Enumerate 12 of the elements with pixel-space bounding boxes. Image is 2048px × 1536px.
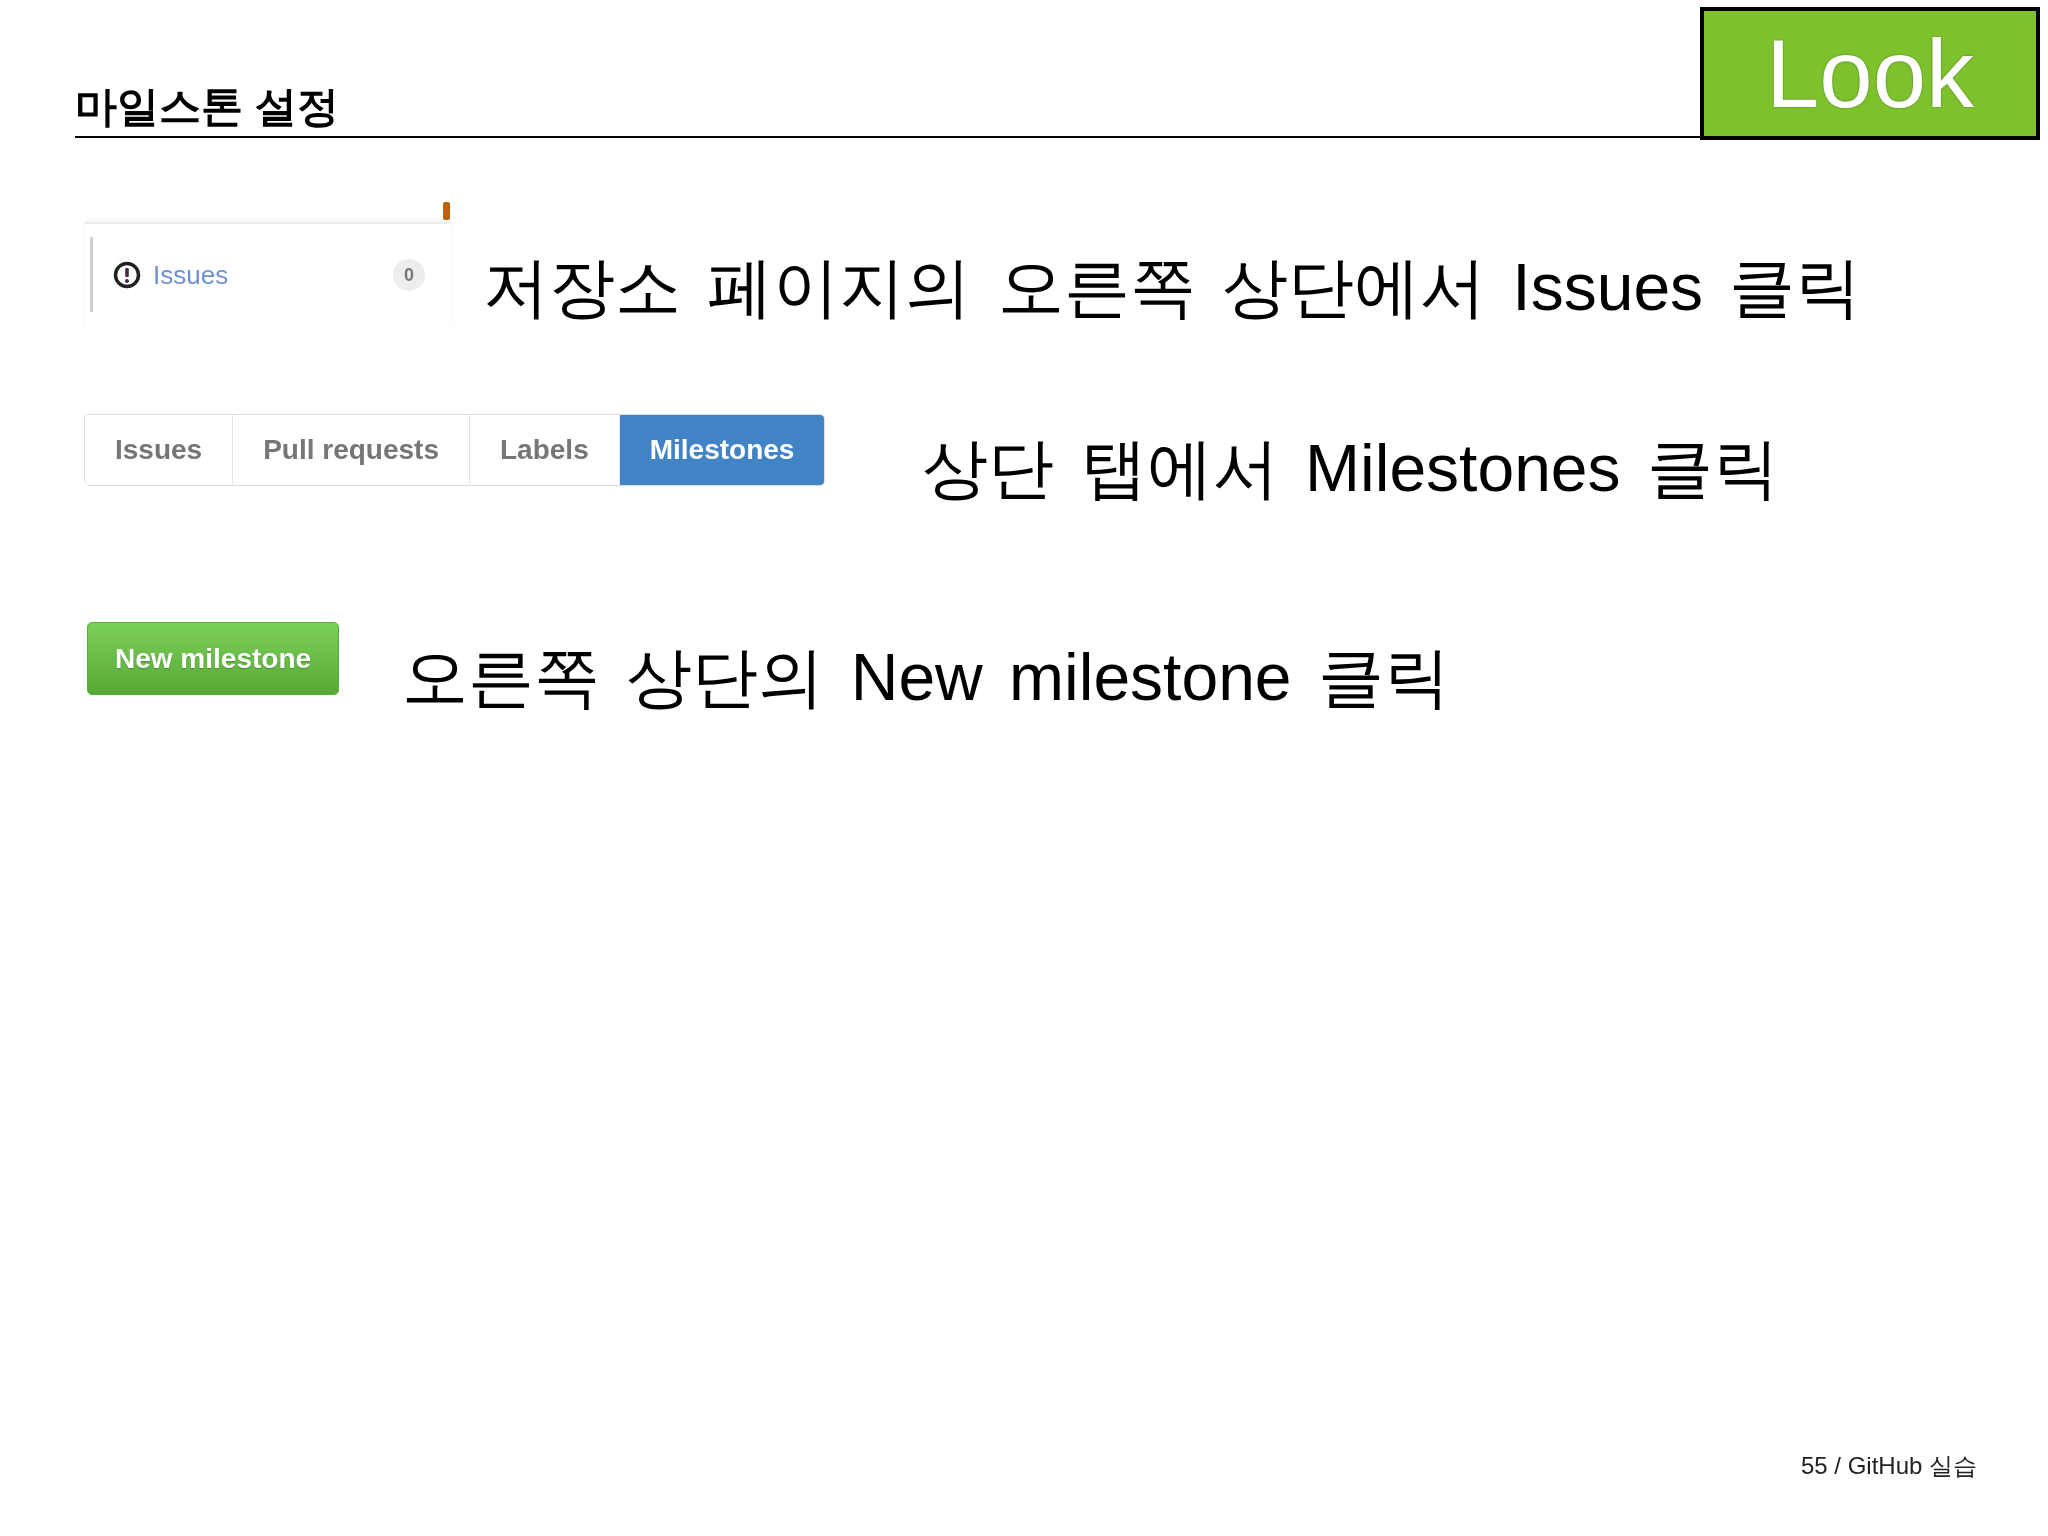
instruction-text: 오른쪽 상단의 New milestone 클릭 bbox=[402, 644, 1450, 710]
instruction-text: 저장소 페이지의 오른쪽 상단에서 Issues 클릭 bbox=[483, 254, 1862, 320]
tab[interactable]: Milestones bbox=[618, 415, 825, 485]
slide-title: 마일스톤 설정 bbox=[75, 86, 339, 128]
count-badge: 0 bbox=[393, 258, 425, 291]
marker-icon bbox=[443, 202, 450, 220]
sidebar-item[interactable]: Issues 0 bbox=[90, 237, 450, 312]
instruction-text: 상단 탭에서 Milestones 클릭 bbox=[922, 435, 1779, 501]
exclamation-circle-icon bbox=[113, 260, 141, 289]
page-footer: 55 / GitHub 실습 bbox=[1800, 1454, 1977, 1478]
header-badge: Look bbox=[1700, 7, 2040, 140]
new-milestone-button[interactable]: New milestone bbox=[87, 622, 340, 695]
